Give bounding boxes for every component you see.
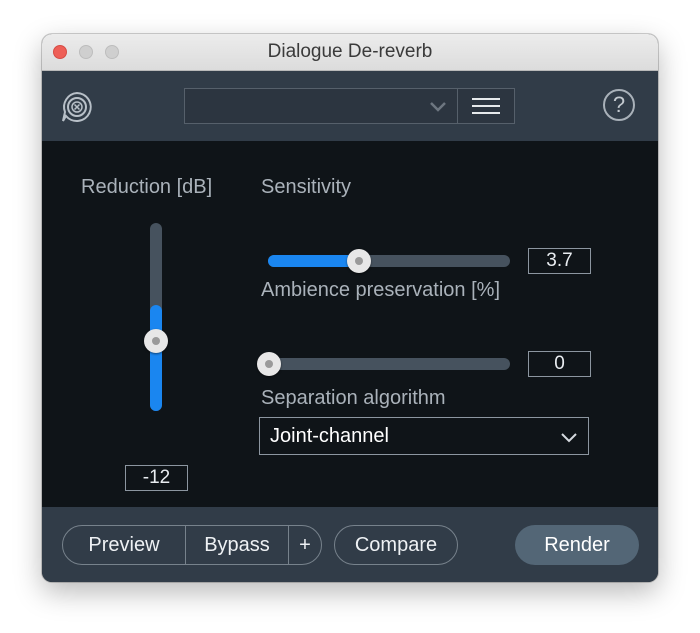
- separation-algorithm-select[interactable]: Joint-channel: [259, 417, 589, 455]
- hamburger-menu-icon: [472, 98, 500, 100]
- ambience-value-field[interactable]: 0: [528, 351, 591, 377]
- compare-button[interactable]: Compare: [334, 525, 458, 565]
- preview-bypass-group: Preview Bypass +: [62, 525, 322, 565]
- sensitivity-value-field[interactable]: 3.7: [528, 248, 591, 274]
- separation-algorithm-value: Joint-channel: [270, 425, 389, 447]
- de-reverb-logo-icon: [62, 91, 92, 122]
- ambience-slider-track[interactable]: [268, 358, 510, 370]
- help-button[interactable]: ?: [603, 89, 635, 121]
- sensitivity-label: Sensitivity: [261, 176, 352, 198]
- preview-button[interactable]: Preview: [63, 526, 185, 564]
- window-title: Dialogue De-reverb: [267, 41, 433, 62]
- footer-toolbar: Preview Bypass + Compare Render: [42, 507, 658, 582]
- preset-dropdown[interactable]: [184, 88, 458, 124]
- add-button[interactable]: +: [289, 526, 321, 564]
- reduction-label: Reduction [dB]: [81, 176, 213, 198]
- preset-menu-button[interactable]: [457, 88, 515, 124]
- render-button[interactable]: Render: [515, 525, 639, 565]
- reduction-value-field[interactable]: -12: [125, 465, 188, 491]
- plugin-window: Dialogue De-reverb ? Reduction [dB] -12 …: [42, 34, 658, 582]
- chevron-down-icon: [430, 102, 446, 112]
- plugin-header: ?: [42, 71, 658, 141]
- bypass-button[interactable]: Bypass: [186, 526, 288, 564]
- controls-panel: Reduction [dB] -12 Sensitivity 3.7 Ambie…: [42, 141, 658, 507]
- chevron-down-icon: [561, 433, 577, 443]
- question-mark-icon: ?: [612, 92, 626, 117]
- ambience-preservation-label: Ambience preservation [%]: [261, 279, 501, 301]
- reduction-slider-handle[interactable]: [144, 329, 168, 353]
- sensitivity-slider-handle[interactable]: [347, 249, 371, 273]
- reduction-slider-fill: [150, 305, 162, 411]
- separation-algorithm-label: Separation algorithm: [261, 387, 446, 409]
- title-bar: Dialogue De-reverb: [42, 34, 658, 71]
- ambience-slider-handle[interactable]: [257, 352, 281, 376]
